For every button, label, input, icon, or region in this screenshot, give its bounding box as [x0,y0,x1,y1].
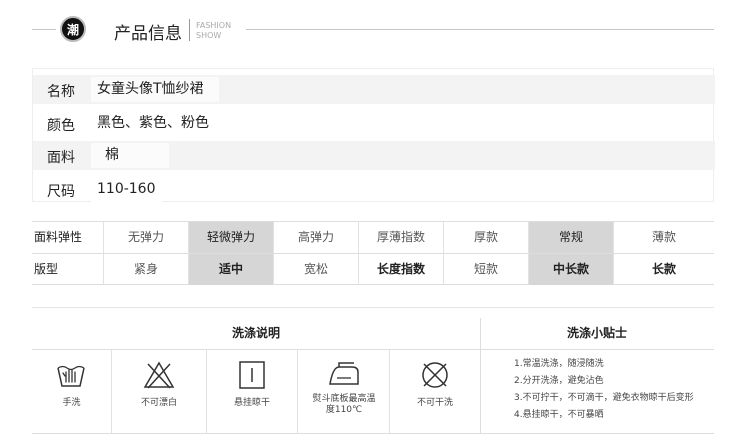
attribute-option-selected: 适中 [189,254,274,285]
wash-item-label: 不可干洗 [416,398,453,408]
iron-icon [329,362,359,385]
product-info-table: 名称 女童头像T恤纱裙 颜色 黑色、紫色、粉色 面料 棉 尺码 110-160 [32,68,715,204]
wash-item-label: 不可漂白 [140,398,177,408]
tip-item: 4.悬挂晾干，不可暴晒 [514,410,604,420]
info-label: 尺码 [47,184,75,200]
header-english-line2: SHOW [196,31,222,40]
wash-item-no-bleach: 不可漂白 [112,350,207,433]
attribute-option: 厚款 [444,222,529,253]
attribute-option: 高弹力 [274,222,359,253]
info-row-name: 名称 女童头像T恤纱裙 [33,75,715,104]
hang-dry-icon [239,361,265,389]
attributes-table: 面料弹性 无弹力 轻微弹力 高弹力 厚薄指数 厚款 常规 薄款 版型 紧身 适中… [32,221,714,285]
info-value: 110-160 [91,177,162,202]
attribute-label: 版型 [32,254,104,285]
info-value: 黑色、紫色、粉色 [91,111,215,136]
attribute-option: 薄款 [651,230,676,244]
wash-item-hand-wash: 手洗 [32,350,112,433]
info-label: 名称 [47,84,75,100]
tip-item: 2.分开洗涤，避免沾色 [514,376,604,386]
attribute-label: 厚薄指数 [359,222,444,253]
attribute-option-selected: 轻微弹力 [189,222,274,253]
header-line-left [32,29,56,30]
divider [32,307,714,308]
divider [480,318,481,434]
info-label: 颜色 [47,118,75,134]
attribute-option: 宽松 [274,254,359,285]
washing-heading: 洗涤说明 [231,326,280,340]
attributes-row-fit: 版型 紧身 适中 宽松 长度指数 短款 中长款 长款 [32,254,714,285]
section-title: 产品信息 [114,24,182,44]
attribute-option: 长款 [651,262,676,276]
info-row-color: 颜色 黑色、紫色、粉色 [33,109,715,138]
hand-wash-icon [57,365,85,387]
wash-item-label: 手洗 [62,398,81,408]
attribute-option-selected: 中长款 [529,254,614,285]
info-row-size: 尺码 110-160 [33,175,715,204]
wash-item-iron: 熨斗底板最高温度110℃ [298,350,390,433]
header-english: FASHION SHOW [196,21,231,41]
attribute-label: 长度指数 [359,254,444,285]
attribute-option: 紧身 [104,254,189,285]
wash-item-label: 熨斗底板最高温度110℃ [312,394,376,415]
header-badge: 潮 [60,16,86,42]
attribute-option-selected: 常规 [529,222,614,253]
tip-item: 1.常温洗涤，随浸随洗 [514,359,604,369]
info-label: 面料 [47,150,75,166]
tips-heading: 洗涤小贴士 [566,326,627,340]
tips-list: 1.常温洗涤，随浸随洗 2.分开洗涤，避免沾色 3.不可拧干，不可滴干，避免衣物… [514,356,714,424]
no-tumble-dry-icon [422,362,448,388]
attributes-row-elasticity: 面料弹性 无弹力 轻微弹力 高弹力 厚薄指数 厚款 常规 薄款 [32,222,714,254]
attribute-option: 无弹力 [104,222,189,253]
wash-item-no-tumble-dry: 不可干洗 [390,350,480,433]
info-value: 棉 [91,143,169,168]
divider [32,433,714,434]
wash-item-label: 悬挂晾干 [233,398,270,408]
info-value: 女童头像T恤纱裙 [91,77,219,102]
header-english-line1: FASHION [196,21,232,30]
attribute-option: 短款 [444,254,529,285]
header-line-right [246,29,714,30]
no-bleach-icon [143,361,175,389]
header-separator [189,19,190,41]
wash-item-hang-dry: 悬挂晾干 [207,350,298,433]
tip-item: 3.不可拧干，不可滴干，避免衣物晾干后变形 [514,393,694,403]
attribute-label: 面料弹性 [32,222,104,253]
info-row-fabric: 面料 棉 [33,141,715,170]
